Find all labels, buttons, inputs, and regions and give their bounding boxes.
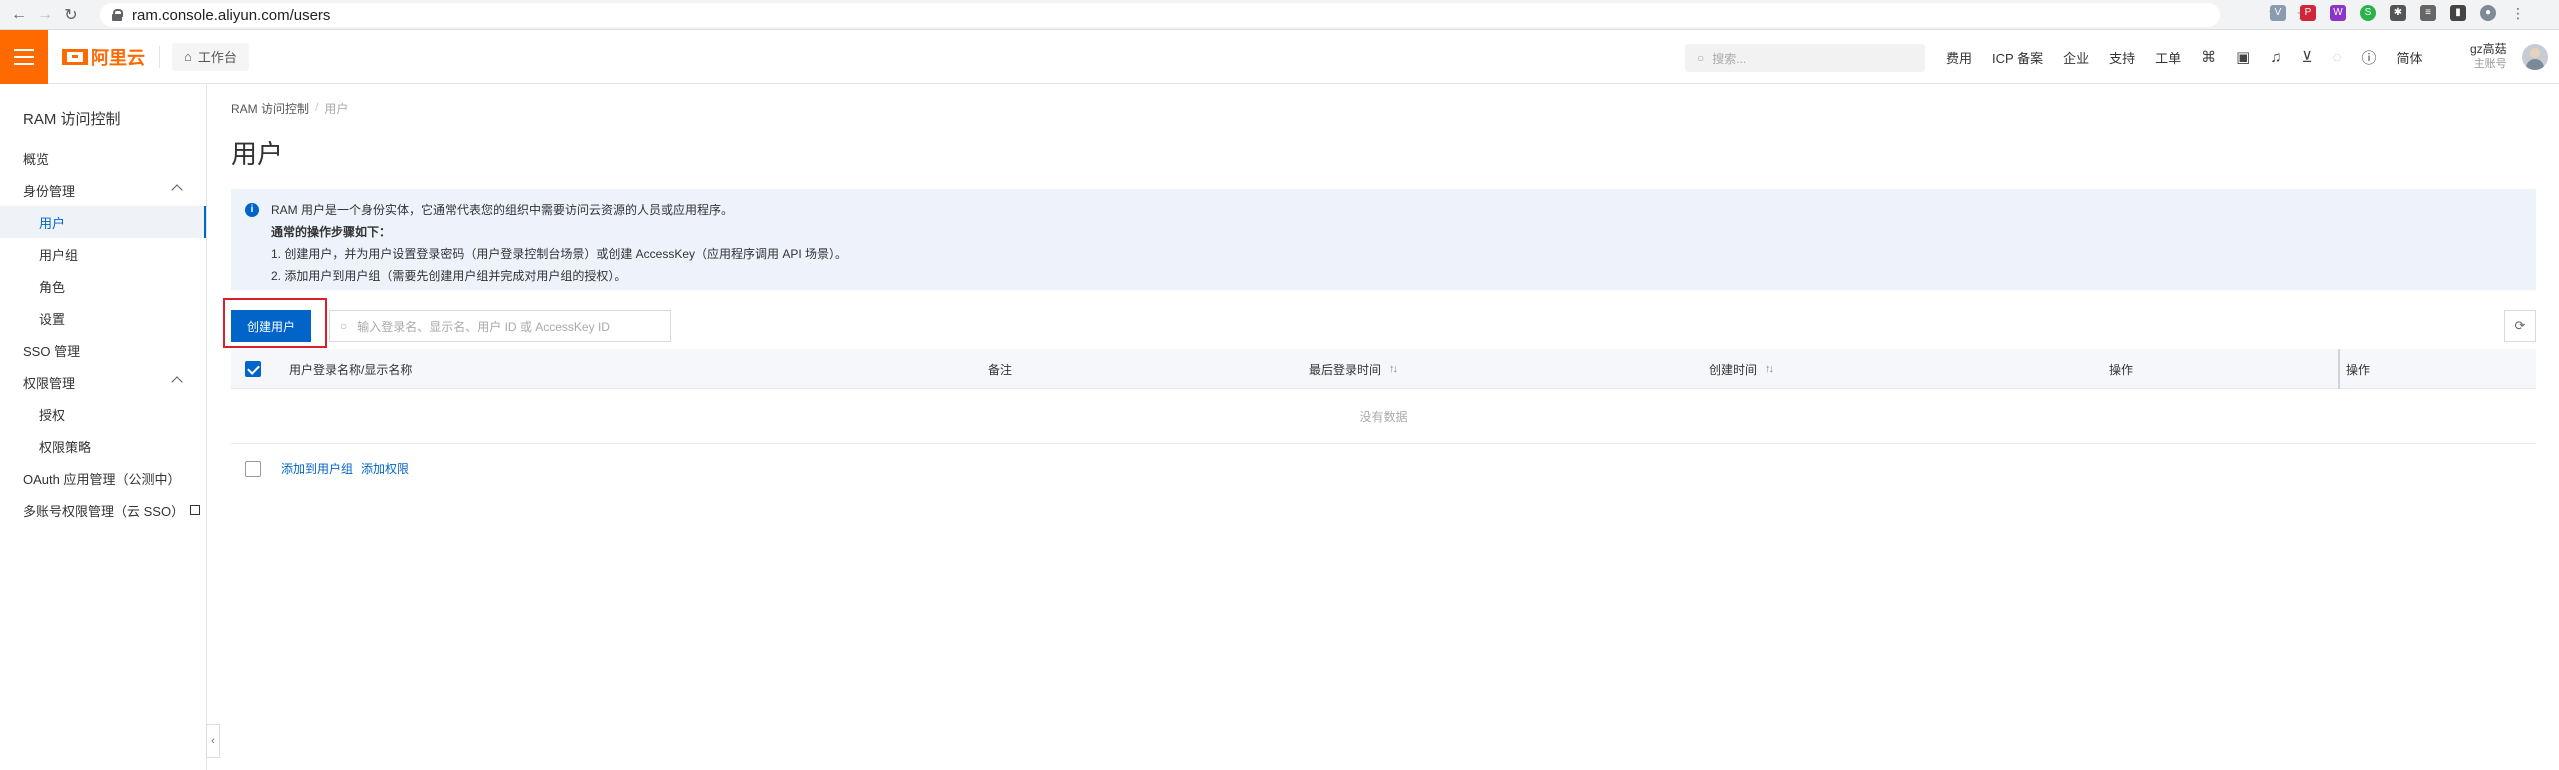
batch-actions: 添加到用户组 添加权限 <box>231 460 409 477</box>
extension-v-icon[interactable]: V <box>2270 5 2286 21</box>
column-header-last-login[interactable]: 最后登录时间 ↑↓ <box>1309 349 1398 389</box>
browser-menu-icon[interactable]: ⋮ <box>2510 5 2526 21</box>
column-header-actions-fixed: 操作 <box>2346 362 2371 377</box>
aliyun-logo-mark-icon <box>62 48 88 65</box>
side-panel-icon[interactable]: ▮ <box>2450 5 2466 21</box>
bell-icon[interactable]: ♫ <box>2270 49 2281 66</box>
link-enterprise[interactable]: 企业 <box>2063 48 2089 67</box>
lock-icon <box>112 9 123 21</box>
browser-toolbar: ← → ↻ ram.console.aliyun.com/users ⇧ ☆ V… <box>0 0 2559 30</box>
notice-line-4: 2. 添加用户到用户组（需要先创建用户组并完成对用户组的授权）。 <box>271 269 627 283</box>
sidebar-item-oauth[interactable]: OAuth 应用管理（公测中） <box>0 462 206 494</box>
empty-text: 没有数据 <box>1359 410 1408 424</box>
notice-line-1: RAM 用户是一个身份实体，它通常代表您的组织中需要访问云资源的人员或应用程序。 <box>271 203 734 217</box>
notice-line-3: 1. 创建用户，并为用户设置登录密码（用户登录控制台场景）或创建 AccessK… <box>271 247 848 261</box>
lightbulb-icon[interactable]: ◌ <box>2333 49 2342 66</box>
column-header-created[interactable]: 创建时间 ↑↓ <box>1709 349 1774 389</box>
sidebar-item-groups[interactable]: 用户组 <box>0 238 206 270</box>
info-icon: i <box>245 203 259 217</box>
console-topbar: 阿里云 ⌂ 工作台 ○ 搜索... 费用 ICP 备案 企业 支持 工单 ⌘ ▣… <box>0 29 2559 84</box>
extension-green-icon[interactable]: S <box>2360 5 2376 21</box>
breadcrumb-current: 用户 <box>324 102 349 116</box>
sidebar: RAM 访问控制 概览 身份管理 用户 用户组 角色 设置 SSO 管理 权限管… <box>0 84 207 770</box>
sidebar-item-grants[interactable]: 授权 <box>0 398 206 430</box>
empty-table-row: 没有数据 <box>231 390 2536 444</box>
user-role: 主账号 <box>2473 58 2507 70</box>
breadcrumb-ram[interactable]: RAM 访问控制 <box>231 100 309 117</box>
user-info[interactable]: gz高菇 主账号 <box>2470 42 2507 72</box>
table-header: 用户登录名称/显示名称 备注 最后登录时间 ↑↓ 创建时间 ↑↓ 操作 操作 <box>231 349 2536 389</box>
page-title: 用户 <box>231 139 284 169</box>
add-permission-link[interactable]: 添加权限 <box>361 460 409 477</box>
user-name: gz高菇 <box>2470 42 2507 56</box>
hamburger-menu-icon[interactable] <box>0 29 48 84</box>
breadcrumb-separator: / <box>315 100 319 114</box>
extension-purple-icon[interactable]: W <box>2330 5 2346 21</box>
column-header-actions: 操作 <box>2109 362 2134 377</box>
link-icp[interactable]: ICP 备案 <box>1992 48 2043 67</box>
column-resize-divider[interactable] <box>2338 349 2340 389</box>
sidebar-item-overview[interactable]: 概览 <box>0 142 206 174</box>
sidebar-group-identity[interactable]: 身份管理 <box>0 174 206 206</box>
select-all-bottom-checkbox[interactable] <box>245 460 261 477</box>
sidebar-group-permissions[interactable]: 权限管理 <box>0 366 206 398</box>
create-user-button[interactable]: 创建用户 <box>231 310 311 342</box>
add-to-group-link[interactable]: 添加到用户组 <box>281 460 353 477</box>
sort-icon: ↑↓ <box>1389 363 1398 375</box>
sidebar-item-policies[interactable]: 权限策略 <box>0 430 206 462</box>
external-link-icon <box>190 505 201 515</box>
column-header-remark: 备注 <box>988 362 1013 377</box>
reading-list-icon[interactable]: ≡ <box>2420 5 2436 21</box>
link-support[interactable]: 支持 <box>2109 48 2135 67</box>
workbench-button[interactable]: ⌂ 工作台 <box>172 42 249 71</box>
table-toolbar: 创建用户 ○ 输入登录名、显示名、用户 ID 或 AccessKey ID ⟳ <box>223 298 2536 348</box>
chevron-up-icon <box>171 376 183 388</box>
extension-pdf-icon[interactable]: P <box>2300 5 2316 21</box>
breadcrumb: RAM 访问控制 / 用户 <box>231 100 348 117</box>
sidebar-item-roles[interactable]: 角色 <box>0 270 206 302</box>
user-search-input[interactable]: ○ 输入登录名、显示名、用户 ID 或 AccessKey ID <box>329 310 671 342</box>
cart-icon[interactable]: ⊻ <box>2302 48 2313 66</box>
column-header-username: 用户登录名称/显示名称 <box>289 362 413 377</box>
reload-icon[interactable]: ↻ <box>58 2 84 28</box>
avatar[interactable] <box>2522 44 2548 70</box>
url-text: ram.console.aliyun.com/users <box>132 6 331 24</box>
profile-icon[interactable]: ● <box>2480 5 2496 21</box>
sidebar-item-cloud-sso[interactable]: 多账号权限管理（云 SSO） <box>0 494 206 526</box>
sidebar-title: RAM 访问控制 <box>23 111 121 128</box>
aliyun-logo[interactable]: 阿里云 <box>62 44 145 70</box>
sidebar-item-sso[interactable]: SSO 管理 <box>0 334 206 366</box>
address-bar[interactable]: ram.console.aliyun.com/users <box>100 3 2220 27</box>
home-icon: ⌂ <box>184 49 192 64</box>
checkbox-checked-icon <box>245 361 261 377</box>
refresh-icon: ⟳ <box>2514 318 2526 333</box>
link-billing[interactable]: 费用 <box>1946 48 1972 67</box>
divider <box>159 45 160 68</box>
sidebar-item-users[interactable]: 用户 <box>0 206 206 238</box>
info-notice: i RAM 用户是一个身份实体，它通常代表您的组织中需要访问云资源的人员或应用程… <box>231 189 2536 290</box>
refresh-button[interactable]: ⟳ <box>2504 310 2536 342</box>
global-search-input[interactable]: ○ 搜索... <box>1685 44 1925 72</box>
terminal-icon[interactable]: ▣ <box>2236 48 2250 66</box>
forward-icon[interactable]: → <box>32 2 58 28</box>
chevron-up-icon <box>171 184 183 196</box>
search-icon: ○ <box>340 319 348 333</box>
code-icon[interactable]: ⌘ <box>2201 48 2216 66</box>
language-switch[interactable]: 简体 <box>2396 48 2422 67</box>
select-all-checkbox[interactable] <box>245 349 261 389</box>
sort-icon: ↑↓ <box>1765 363 1774 375</box>
help-icon[interactable]: ⓘ <box>2361 47 2376 68</box>
search-icon: ○ <box>1697 51 1705 65</box>
notice-line-2: 通常的操作步骤如下： <box>271 225 392 239</box>
back-icon[interactable]: ← <box>6 2 32 28</box>
main-content: RAM 访问控制 / 用户 用户 i RAM 用户是一个身份实体，它通常代表您的… <box>207 84 2559 770</box>
link-ticket[interactable]: 工单 <box>2155 48 2181 67</box>
sidebar-item-settings[interactable]: 设置 <box>0 302 206 334</box>
extension-puzzle-icon[interactable]: ✱ <box>2390 5 2406 21</box>
